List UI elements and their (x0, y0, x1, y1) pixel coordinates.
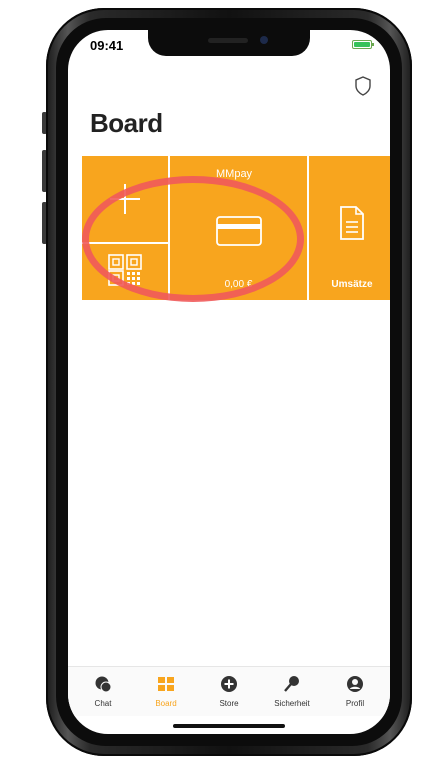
notch (148, 30, 310, 56)
tab-store[interactable]: Store (204, 675, 254, 708)
speaker (208, 38, 248, 43)
app-screen: 09:41 Board MMpay 0,00 € Umsätze Chat Bo… (68, 30, 390, 734)
tab-chat-label: Chat (94, 699, 112, 708)
tab-board-label: Board (155, 699, 177, 708)
pay-balance: 0,00 € (224, 279, 253, 290)
tab-chat[interactable]: Chat (78, 675, 128, 708)
qr-code-icon (108, 254, 142, 286)
shield-icon[interactable] (354, 76, 372, 96)
qr-code-tile[interactable] (82, 244, 168, 300)
front-camera (260, 36, 268, 44)
home-indicator[interactable] (173, 724, 285, 728)
status-time: 09:41 (90, 38, 124, 53)
phone-frame: 09:41 Board MMpay 0,00 € Umsätze Chat Bo… (46, 8, 412, 756)
add-tile-button[interactable] (82, 156, 168, 242)
tab-bar: Chat Board Store Sicherheit Profil (68, 666, 390, 716)
plus-icon (110, 184, 140, 214)
credit-card-icon (216, 216, 262, 246)
tab-store-label: Store (219, 699, 239, 708)
transactions-tile[interactable]: Umsätze (309, 156, 390, 300)
tab-profile[interactable]: Profil (330, 675, 380, 708)
board-icon (158, 677, 174, 691)
pay-tile[interactable]: MMpay 0,00 € (170, 156, 307, 300)
tab-security-label: Sicherheit (274, 699, 310, 708)
profile-icon (347, 676, 363, 692)
transactions-label: Umsätze (331, 279, 373, 290)
tab-security[interactable]: Sicherheit (267, 675, 317, 708)
key-icon (284, 676, 299, 692)
tab-board[interactable]: Board (141, 675, 191, 708)
pay-label: MMpay (216, 168, 253, 180)
tab-profile-label: Profil (345, 699, 365, 708)
document-icon (340, 206, 364, 240)
store-plus-icon (221, 676, 237, 692)
page-title: Board (90, 108, 163, 138)
chat-icon (95, 676, 112, 693)
battery-icon (352, 40, 374, 49)
